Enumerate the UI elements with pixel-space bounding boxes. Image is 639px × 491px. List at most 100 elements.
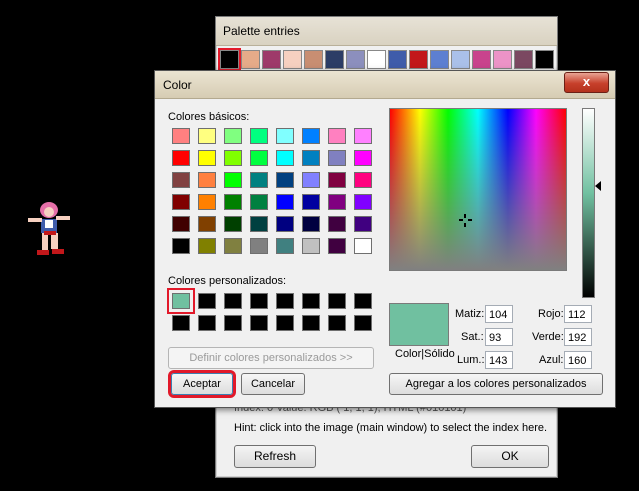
add-custom-colors-button[interactable]: Agregar a los colores personalizados bbox=[389, 373, 603, 395]
custom-color-swatch[interactable] bbox=[172, 315, 190, 331]
custom-color-swatch[interactable] bbox=[276, 293, 294, 309]
palette-swatch[interactable] bbox=[493, 50, 512, 69]
basic-color-swatch[interactable] bbox=[276, 172, 294, 188]
basic-color-swatch[interactable] bbox=[198, 238, 216, 254]
color-dialog: Color x Colores básicos: Colores persona… bbox=[154, 70, 616, 408]
basic-color-swatch[interactable] bbox=[354, 238, 372, 254]
basic-color-swatch[interactable] bbox=[198, 172, 216, 188]
palette-swatch[interactable] bbox=[472, 50, 491, 69]
palette-swatch[interactable] bbox=[346, 50, 365, 69]
crosshair-icon bbox=[459, 214, 472, 227]
custom-color-swatch[interactable] bbox=[302, 293, 320, 309]
basic-color-swatch[interactable] bbox=[302, 150, 320, 166]
palette-swatch[interactable] bbox=[514, 50, 533, 69]
basic-color-swatch[interactable] bbox=[250, 150, 268, 166]
custom-color-swatch[interactable] bbox=[250, 293, 268, 309]
basic-color-swatch[interactable] bbox=[276, 150, 294, 166]
luminosity-slider[interactable] bbox=[582, 108, 595, 298]
basic-color-swatch[interactable] bbox=[198, 216, 216, 232]
green-field[interactable]: 192 bbox=[564, 328, 592, 346]
basic-color-swatch[interactable] bbox=[224, 194, 242, 210]
basic-color-swatch[interactable] bbox=[172, 238, 190, 254]
palette-swatch[interactable] bbox=[451, 50, 470, 69]
basic-color-swatch[interactable] bbox=[224, 128, 242, 144]
basic-color-swatch[interactable] bbox=[250, 194, 268, 210]
basic-color-swatch[interactable] bbox=[224, 172, 242, 188]
palette-swatch[interactable] bbox=[283, 50, 302, 69]
basic-color-swatch[interactable] bbox=[302, 238, 320, 254]
cancel-button[interactable]: Cancelar bbox=[241, 373, 305, 395]
basic-color-swatch[interactable] bbox=[224, 216, 242, 232]
basic-color-swatch[interactable] bbox=[276, 128, 294, 144]
basic-color-swatch[interactable] bbox=[354, 216, 372, 232]
basic-color-swatch[interactable] bbox=[328, 194, 346, 210]
accept-button[interactable]: Aceptar bbox=[171, 373, 233, 395]
custom-color-swatch[interactable] bbox=[328, 315, 346, 331]
basic-color-swatch[interactable] bbox=[250, 128, 268, 144]
luminosity-arrow-icon[interactable] bbox=[595, 181, 601, 191]
basic-color-swatch[interactable] bbox=[276, 238, 294, 254]
red-field[interactable]: 112 bbox=[564, 305, 592, 323]
basic-color-swatch[interactable] bbox=[198, 150, 216, 166]
palette-swatch[interactable] bbox=[304, 50, 323, 69]
basic-color-swatch[interactable] bbox=[172, 216, 190, 232]
basic-color-swatch[interactable] bbox=[224, 150, 242, 166]
basic-color-swatch[interactable] bbox=[328, 150, 346, 166]
ok-button[interactable]: OK bbox=[471, 445, 549, 468]
palette-swatch[interactable] bbox=[220, 50, 239, 69]
custom-color-swatch[interactable] bbox=[224, 293, 242, 309]
basic-color-swatch[interactable] bbox=[328, 216, 346, 232]
palette-swatch[interactable] bbox=[409, 50, 428, 69]
palette-swatch[interactable] bbox=[262, 50, 281, 69]
basic-color-swatch[interactable] bbox=[198, 128, 216, 144]
blue-field[interactable]: 160 bbox=[564, 351, 592, 369]
lum-field[interactable]: 143 bbox=[485, 351, 513, 369]
custom-color-swatch[interactable] bbox=[250, 315, 268, 331]
palette-swatch[interactable] bbox=[241, 50, 260, 69]
basic-color-swatch[interactable] bbox=[302, 194, 320, 210]
close-button[interactable]: x bbox=[564, 72, 609, 93]
basic-color-swatch[interactable] bbox=[172, 172, 190, 188]
custom-color-swatch[interactable] bbox=[328, 293, 346, 309]
basic-color-swatch[interactable] bbox=[276, 194, 294, 210]
basic-color-swatch[interactable] bbox=[354, 150, 372, 166]
sat-label: Sat.: bbox=[461, 331, 484, 343]
basic-color-swatch[interactable] bbox=[354, 128, 372, 144]
basic-color-swatch[interactable] bbox=[302, 172, 320, 188]
basic-color-swatch[interactable] bbox=[172, 128, 190, 144]
custom-color-swatch[interactable] bbox=[354, 293, 372, 309]
basic-color-swatch[interactable] bbox=[250, 216, 268, 232]
basic-color-swatch[interactable] bbox=[302, 216, 320, 232]
custom-color-swatch[interactable] bbox=[172, 293, 190, 309]
basic-color-swatch[interactable] bbox=[198, 194, 216, 210]
basic-color-swatch[interactable] bbox=[172, 194, 190, 210]
custom-color-swatch[interactable] bbox=[302, 315, 320, 331]
sat-field[interactable]: 93 bbox=[485, 328, 513, 346]
custom-color-swatch[interactable] bbox=[224, 315, 242, 331]
define-custom-colors-button[interactable]: Definir colores personalizados >> bbox=[168, 347, 374, 369]
basic-color-swatch[interactable] bbox=[328, 238, 346, 254]
palette-swatch[interactable] bbox=[367, 50, 386, 69]
red-label: Rojo: bbox=[538, 308, 564, 320]
basic-color-swatch[interactable] bbox=[276, 216, 294, 232]
custom-color-swatch[interactable] bbox=[198, 315, 216, 331]
palette-swatch[interactable] bbox=[325, 50, 344, 69]
basic-color-swatch[interactable] bbox=[302, 128, 320, 144]
custom-color-swatch[interactable] bbox=[198, 293, 216, 309]
hue-field[interactable]: 104 bbox=[485, 305, 513, 323]
refresh-button[interactable]: Refresh bbox=[234, 445, 316, 468]
color-spectrum[interactable] bbox=[389, 108, 567, 271]
basic-color-swatch[interactable] bbox=[354, 194, 372, 210]
basic-color-swatch[interactable] bbox=[250, 172, 268, 188]
basic-color-swatch[interactable] bbox=[328, 128, 346, 144]
basic-color-swatch[interactable] bbox=[172, 150, 190, 166]
custom-color-swatch[interactable] bbox=[276, 315, 294, 331]
palette-swatch[interactable] bbox=[388, 50, 407, 69]
basic-color-swatch[interactable] bbox=[354, 172, 372, 188]
basic-color-swatch[interactable] bbox=[250, 238, 268, 254]
palette-swatch[interactable] bbox=[430, 50, 449, 69]
basic-color-swatch[interactable] bbox=[328, 172, 346, 188]
basic-color-swatch[interactable] bbox=[224, 238, 242, 254]
palette-swatch[interactable] bbox=[535, 50, 554, 69]
custom-color-swatch[interactable] bbox=[354, 315, 372, 331]
